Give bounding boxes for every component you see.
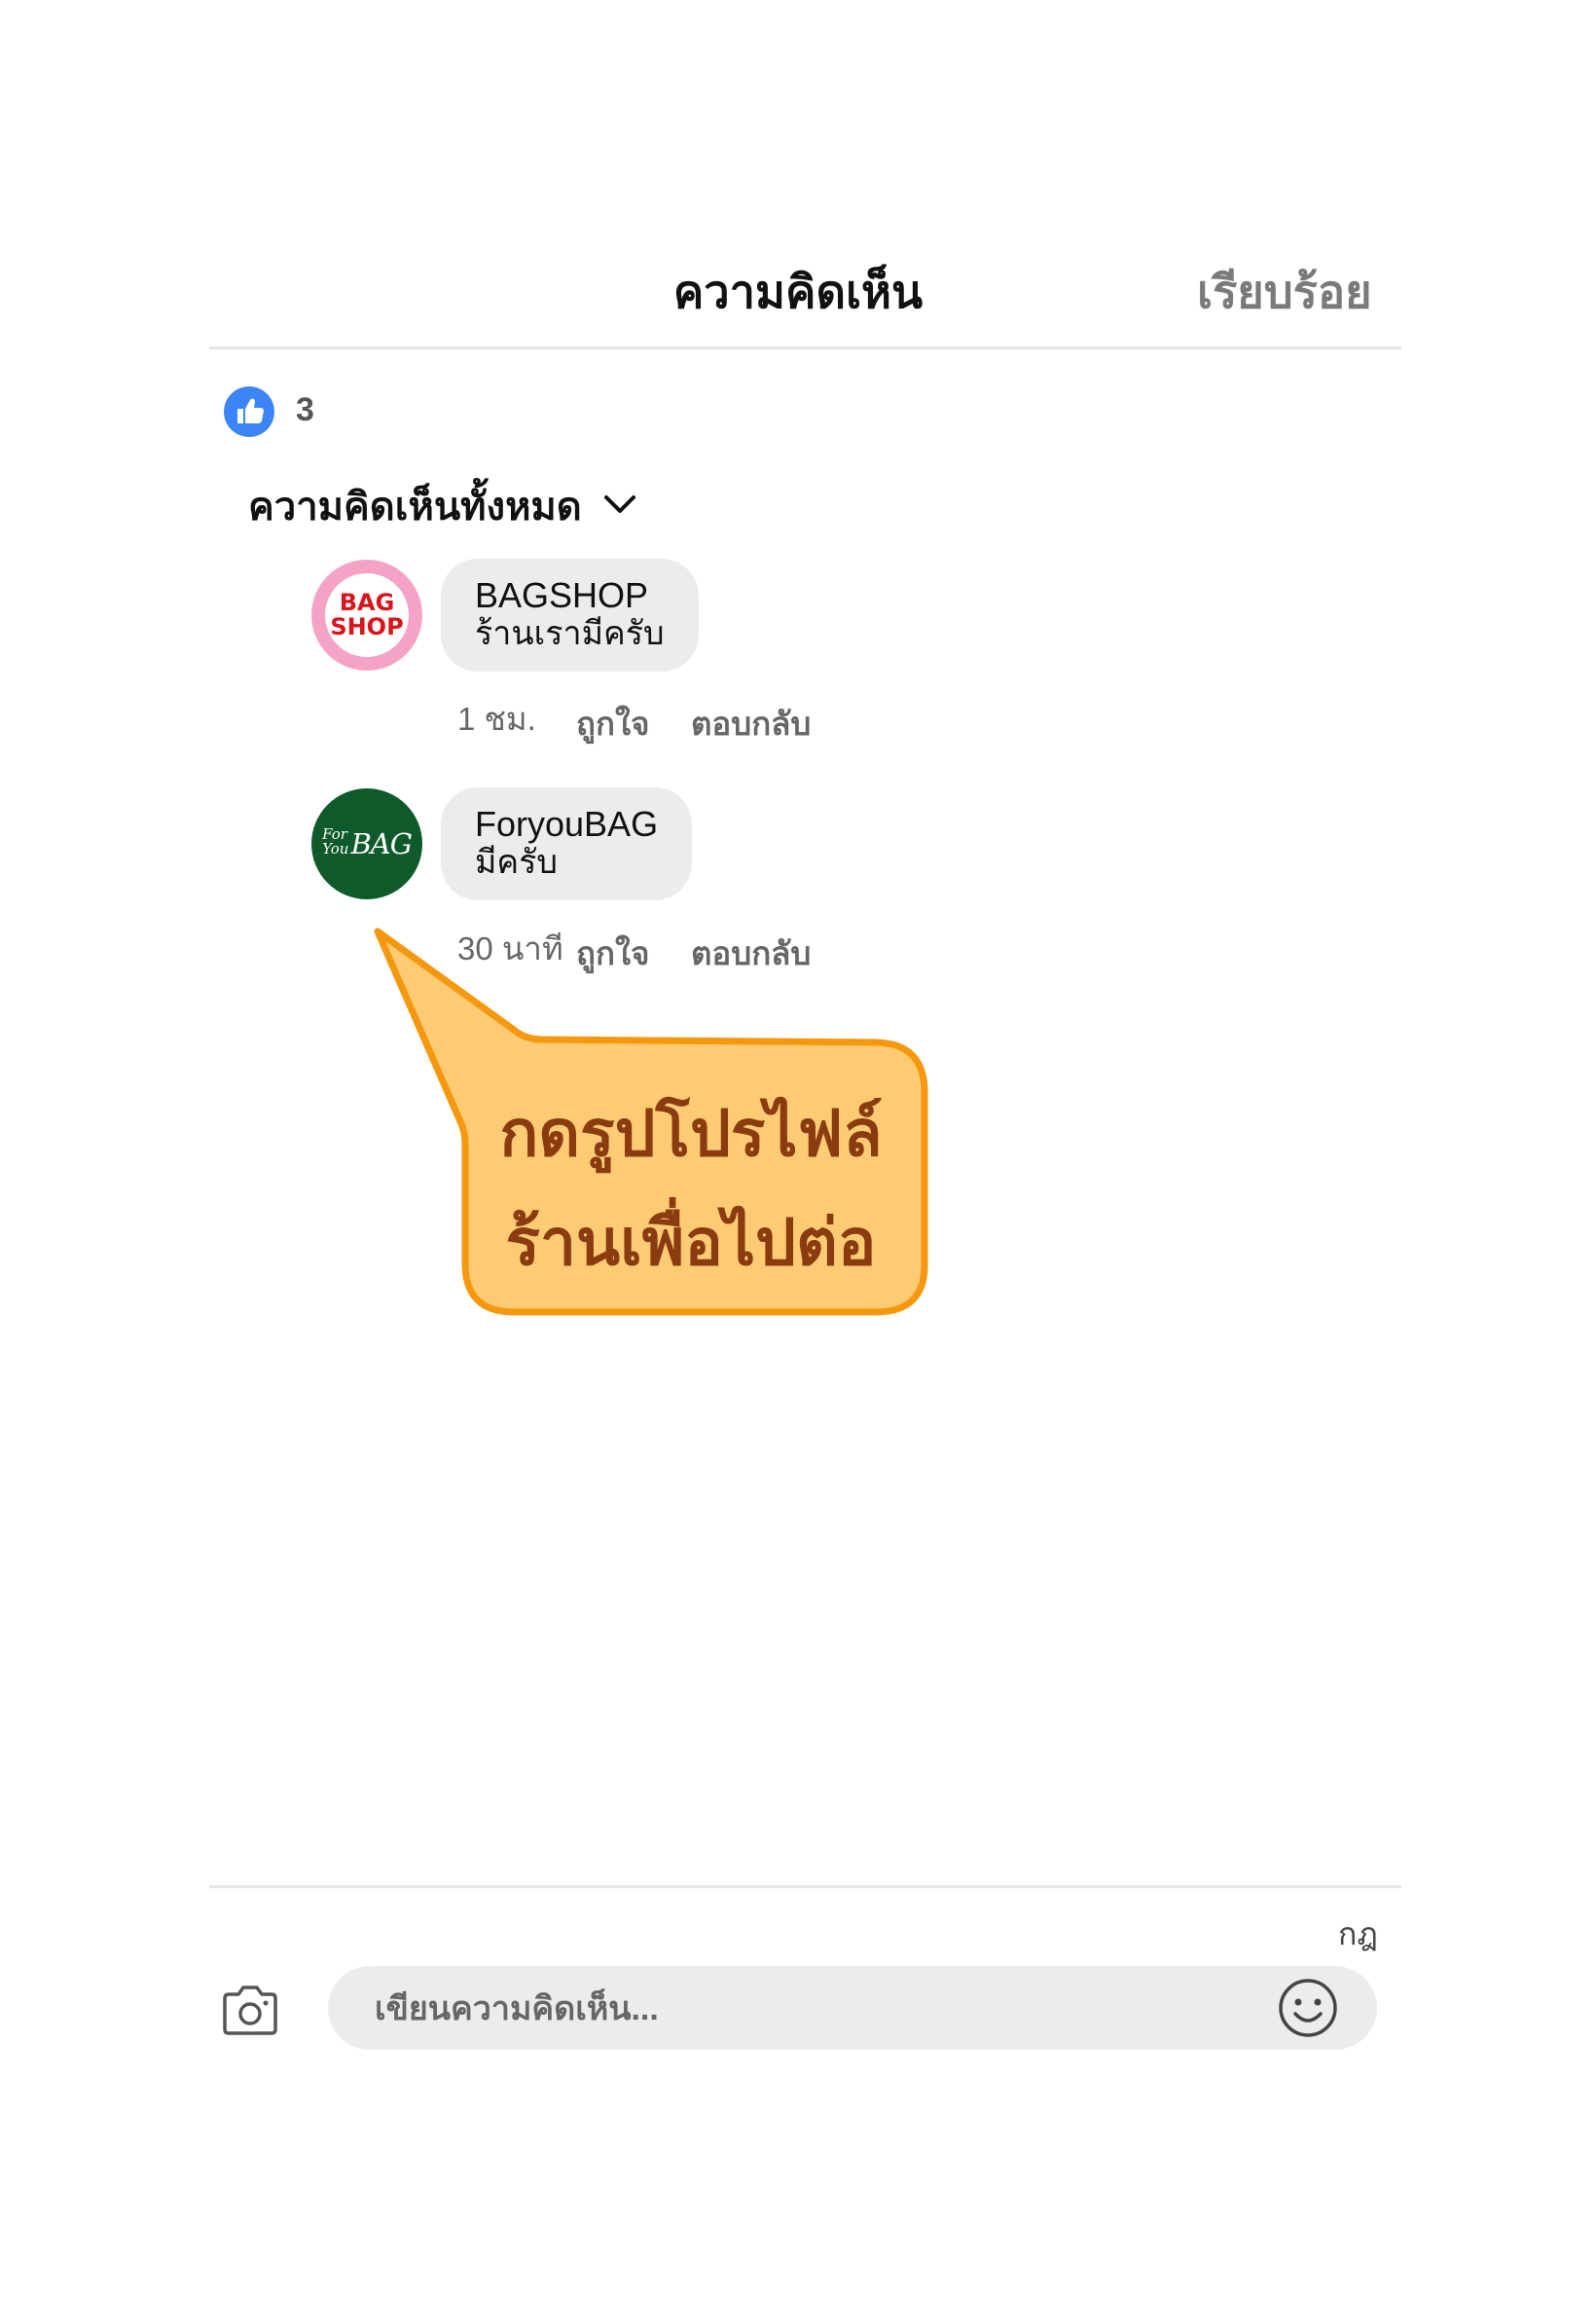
comment-text: ร้านเรามีครับ <box>475 615 665 652</box>
comment-input[interactable] <box>373 1966 1252 2052</box>
commenter-name[interactable]: ForyouBAG <box>475 805 658 844</box>
comment-time: 30 นาที <box>457 930 563 966</box>
chevron-down-icon <box>603 493 636 520</box>
callout-text: กดรูปโปรไฟล์ ร้านเพื่อไปต่อ <box>457 1078 925 1296</box>
avatar-foryoubag[interactable]: For You BAG <box>311 788 422 899</box>
comment-text: มีครับ <box>475 844 558 881</box>
avatar-logo-text: BAG <box>350 827 412 860</box>
done-button[interactable]: เรียบร้อย <box>1197 255 1372 328</box>
reaction-count[interactable]: 3 <box>296 391 314 429</box>
reply-comment-button[interactable]: ตอบกลับ <box>691 698 811 749</box>
avatar-logo-text: SHOP <box>330 613 404 640</box>
avatar-logo-text: BAG <box>339 589 395 616</box>
comment-input-container <box>328 1966 1377 2052</box>
camera-icon[interactable] <box>219 1983 281 2039</box>
avatar-logo-small: For You <box>322 825 349 857</box>
comment-time: 1 ชม. <box>457 701 536 737</box>
smiley-icon[interactable] <box>1277 1977 1339 2039</box>
avatar-bagshop[interactable]: BAG SHOP <box>311 560 422 671</box>
callout-line-1: กดรูปโปรไฟล์ <box>499 1097 883 1169</box>
comment-bubble: ForyouBAG มีครับ <box>441 787 693 900</box>
like-comment-button[interactable]: ถูกใจ <box>576 698 649 749</box>
callout-line-2: ร้านเพื่อไปต่อ <box>505 1206 877 1278</box>
header-divider <box>209 346 1401 349</box>
filter-label: ความคิดเห็นทั้งหมด <box>248 486 582 529</box>
like-comment-button[interactable]: ถูกใจ <box>576 928 649 979</box>
comment-filter-dropdown[interactable]: ความคิดเห็นทั้งหมด <box>248 475 636 537</box>
comment-bubble: BAGSHOP ร้านเรามีครับ <box>441 559 699 672</box>
footer-divider <box>209 1885 1401 1888</box>
rules-button[interactable]: กฎ <box>1338 1910 1378 1959</box>
commenter-name[interactable]: BAGSHOP <box>475 576 665 615</box>
reply-comment-button[interactable]: ตอบกลับ <box>691 928 811 979</box>
thumbs-up-icon[interactable] <box>224 386 274 437</box>
